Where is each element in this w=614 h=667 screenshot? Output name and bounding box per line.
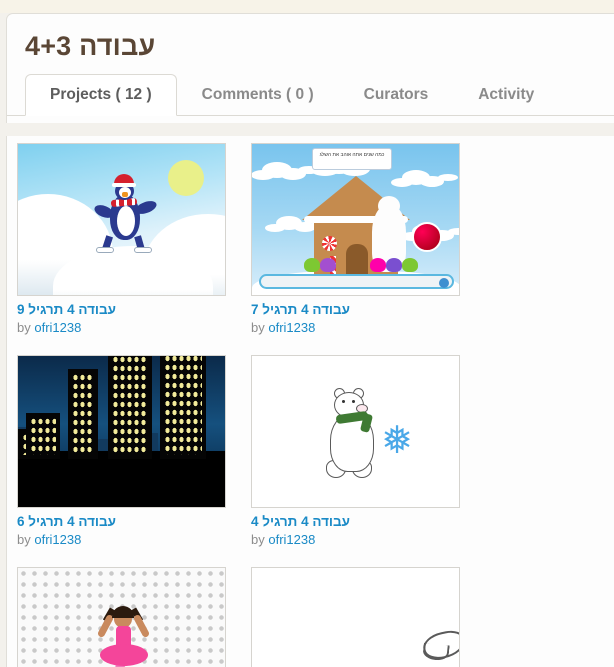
speech-bubble: כמה שנים אתה אוהב את השלג [312, 148, 392, 170]
project-card: ❅ עבודה 4 תרגיל 4 by ofri1238 [251, 355, 485, 547]
page-root: עבודה 4+3 Projects ( 12 ) Comments ( 0 )… [0, 0, 614, 667]
project-thumbnail[interactable]: כמה שנים אתה אוהב את השלג [251, 143, 460, 296]
building [26, 413, 60, 459]
project-thumbnail[interactable] [17, 143, 226, 296]
thumbnail-art-gingerbread: כמה שנים אתה אוהב את השלג [252, 144, 459, 295]
gingerbread-door [346, 244, 368, 274]
peppermint-candy-icon [322, 236, 337, 251]
gumdrop-icon [304, 258, 320, 272]
building [108, 356, 152, 459]
project-thumbnail[interactable] [251, 567, 460, 667]
thumbnail-art-penguin [18, 144, 225, 295]
tab-projects[interactable]: Projects ( 12 ) [25, 74, 177, 116]
ground-shape [18, 451, 225, 507]
thumbnail-art-ballerina [18, 568, 225, 667]
penguin-belly [117, 206, 135, 236]
project-title-link[interactable]: עבודה 4 תרגיל 9 [17, 302, 251, 317]
project-author-link[interactable]: ofri1238 [34, 320, 81, 335]
project-author-link[interactable]: ofri1238 [268, 320, 315, 335]
building [160, 356, 206, 459]
building [68, 369, 98, 459]
project-title-link[interactable]: עבודה 4 תרגיל 6 [17, 514, 251, 529]
studio-card: עבודה 4+3 Projects ( 12 ) Comments ( 0 )… [6, 13, 614, 123]
project-byline: by ofri1238 [251, 532, 485, 547]
cloud-shape [262, 162, 292, 178]
project-title-link[interactable]: עבודה 4 תרגיל 4 [251, 514, 485, 529]
thumbnail-art-city [18, 356, 225, 507]
gumdrop-icon [386, 258, 402, 272]
project-byline: by ofri1238 [17, 532, 251, 547]
penguin-beak [122, 192, 128, 197]
building-windows [112, 356, 148, 455]
line-drawing-shape [422, 642, 450, 662]
snowflake-icon: ❅ [381, 420, 413, 462]
ornament-ball-icon [412, 222, 442, 252]
gumdrop-icon [320, 258, 336, 272]
tab-comments[interactable]: Comments ( 0 ) [177, 74, 339, 116]
gumdrop-icon [402, 258, 418, 272]
tab-bar: Projects ( 12 ) Comments ( 0 ) Curators … [7, 74, 614, 116]
project-card: עבודה 4 תרגיל 2 by ofri1238 [17, 567, 251, 667]
project-thumbnail[interactable] [17, 355, 226, 508]
page-top-strip [0, 0, 614, 13]
by-label: by [17, 532, 31, 547]
project-author-link[interactable]: ofri1238 [268, 532, 315, 547]
ask-input-bar [259, 274, 454, 289]
project-byline: by ofri1238 [17, 320, 251, 335]
cloud-shape [276, 216, 302, 230]
projects-grid: עבודה 4 תרגיל 9 by ofri1238 כמה שנים אתה… [7, 136, 614, 667]
sun-icon [168, 160, 204, 196]
santa-hat-brim [112, 183, 136, 187]
project-card: כמה שנים אתה אוהב את השלג עבודה 4 תרגיל … [251, 143, 485, 335]
ballerina-tutu [100, 644, 148, 666]
project-thumbnail[interactable] [17, 567, 226, 667]
by-label: by [251, 320, 265, 335]
bear-eye [352, 400, 355, 403]
by-label: by [251, 532, 265, 547]
submit-check-icon [439, 277, 449, 288]
building-windows [164, 356, 202, 455]
thumbnail-art-blank [252, 568, 459, 667]
project-author-link[interactable]: ofri1238 [34, 532, 81, 547]
ice-skate [96, 247, 114, 253]
gumdrop-icon [370, 258, 386, 272]
project-card: עבודה 4 תרגיל 9 by ofri1238 [17, 143, 251, 335]
polar-bear-head [378, 196, 400, 216]
project-card: עבודה 4 תרגיל 6 by ofri1238 [17, 355, 251, 547]
project-card: עבודה 3 תרגיל 7 by ofri1238 [251, 567, 485, 667]
project-title-link[interactable]: עבודה 4 תרגיל 7 [251, 302, 485, 317]
ice-skate [134, 247, 152, 253]
page-title: עבודה 4+3 [25, 31, 156, 61]
bear-eye [342, 400, 345, 403]
tab-curators[interactable]: Curators [339, 74, 454, 116]
tab-activity[interactable]: Activity [453, 74, 559, 116]
by-label: by [17, 320, 31, 335]
projects-grid-container: עבודה 4 תרגיל 9 by ofri1238 כמה שנים אתה… [6, 136, 614, 667]
building-windows [72, 373, 94, 455]
building-windows [30, 417, 56, 455]
ballerina-hair [112, 606, 134, 618]
thumbnail-art-bear: ❅ [252, 356, 459, 507]
project-thumbnail[interactable]: ❅ [251, 355, 460, 508]
project-byline: by ofri1238 [251, 320, 485, 335]
